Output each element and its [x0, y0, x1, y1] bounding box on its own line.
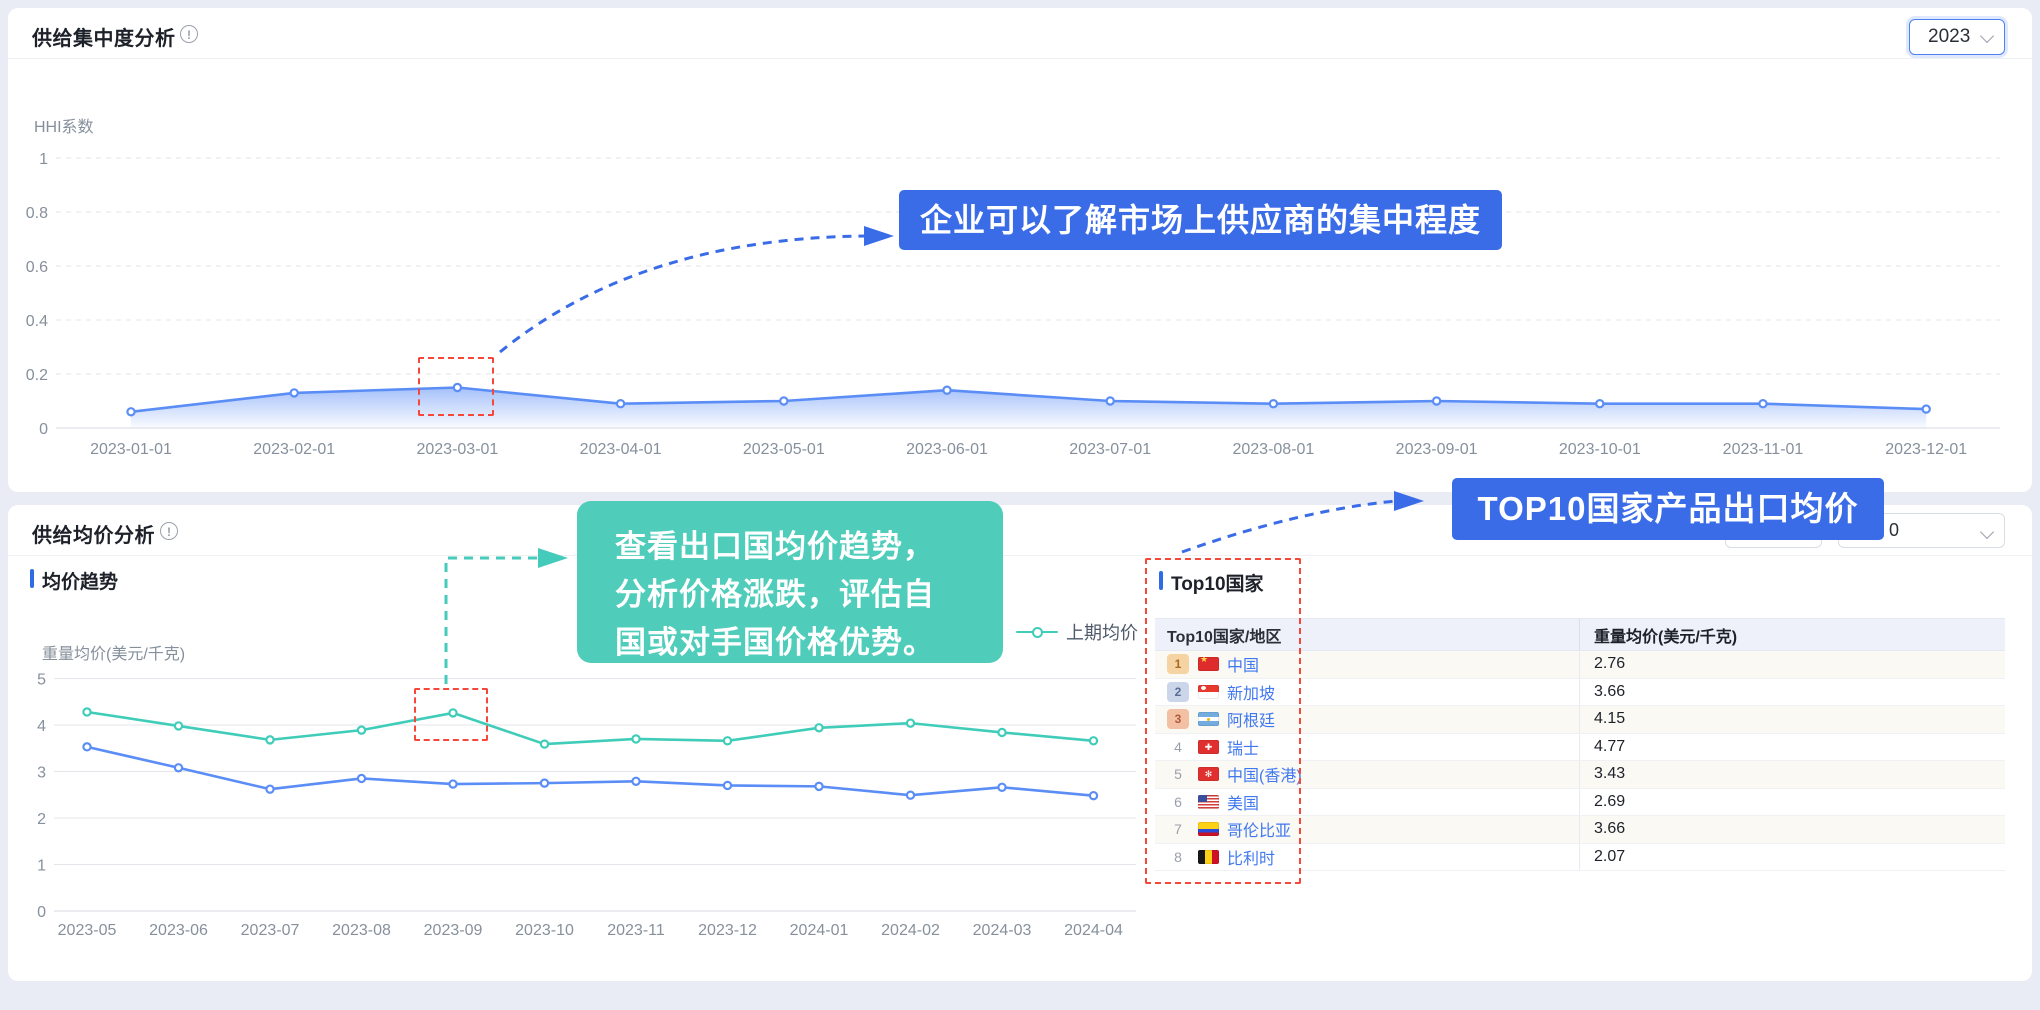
svg-text:2024-02: 2024-02: [881, 922, 940, 939]
svg-text:0.6: 0.6: [26, 259, 48, 276]
svg-text:2023-05: 2023-05: [58, 922, 117, 939]
svg-text:2023-08: 2023-08: [332, 922, 391, 939]
highlight-box-top10-column: [1145, 558, 1301, 884]
price-cell: 3.66: [1579, 679, 2005, 706]
svg-text:2023-06: 2023-06: [149, 922, 208, 939]
panel-supply-concentration: 供给集中度分析 ! 2023 00.20.40.60.812023-01-012…: [8, 8, 2032, 492]
svg-text:2023-11: 2023-11: [607, 922, 665, 939]
svg-text:2023-06-01: 2023-06-01: [906, 441, 988, 458]
svg-text:2023-09-01: 2023-09-01: [1396, 441, 1478, 458]
svg-text:2023-10-01: 2023-10-01: [1559, 441, 1641, 458]
legend-item-previous[interactable]: 上期均价: [1016, 621, 1138, 643]
svg-text:2023-11-01: 2023-11-01: [1723, 441, 1804, 458]
price-cell: 3.43: [1579, 761, 2005, 788]
svg-text:2024-04: 2024-04: [1064, 922, 1123, 939]
callout-concentration: 企业可以了解市场上供应商的集中程度: [899, 190, 1502, 250]
svg-text:5: 5: [37, 672, 46, 689]
price-cell: 4.77: [1579, 734, 2005, 761]
price-cell: 2.76: [1579, 651, 2005, 678]
svg-text:2023-01-01: 2023-01-01: [90, 441, 172, 458]
svg-text:HHI系数: HHI系数: [34, 118, 94, 136]
col-header-price: 重量均价(美元/千克): [1579, 619, 2005, 650]
svg-text:2023-02-01: 2023-02-01: [253, 441, 335, 458]
highlight-box-hhi-peak: [418, 357, 494, 416]
svg-text:2024-03: 2024-03: [973, 922, 1032, 939]
svg-text:0.8: 0.8: [26, 205, 48, 222]
panel-supply-price: 供给均价分析 ! 0 均价趋势 Top10国家 均价 上期均价 01234520…: [8, 505, 2032, 981]
svg-text:重量均价(美元/千克): 重量均价(美元/千克): [42, 645, 185, 663]
svg-text:2023-04-01: 2023-04-01: [580, 441, 662, 458]
svg-text:0: 0: [39, 421, 48, 438]
svg-text:2024-01: 2024-01: [790, 922, 849, 939]
svg-text:1: 1: [37, 858, 46, 875]
dashboard-page: 供给集中度分析 ! 2023 00.20.40.60.812023-01-012…: [0, 0, 2040, 1010]
legend-label: 上期均价: [1066, 619, 1138, 645]
svg-text:3: 3: [37, 765, 46, 782]
svg-text:0.4: 0.4: [26, 313, 48, 330]
svg-text:2023-08-01: 2023-08-01: [1232, 441, 1314, 458]
svg-text:2023-10: 2023-10: [515, 922, 574, 939]
topn-select-value: 0: [1889, 520, 1899, 540]
svg-text:2023-12-01: 2023-12-01: [1885, 441, 1967, 458]
svg-text:4: 4: [37, 718, 46, 735]
price-cell: 2.69: [1579, 789, 2005, 816]
svg-text:2023-03-01: 2023-03-01: [416, 441, 498, 458]
callout-top10: TOP10国家产品出口均价: [1452, 478, 1884, 540]
svg-text:0.2: 0.2: [26, 367, 48, 384]
svg-text:2023-07-01: 2023-07-01: [1069, 441, 1151, 458]
price-cell: 4.15: [1579, 706, 2005, 733]
price-cell: 2.07: [1579, 844, 2005, 871]
svg-text:2: 2: [37, 811, 46, 828]
svg-text:2023-12: 2023-12: [698, 922, 757, 939]
highlight-box-price-peak: [414, 688, 488, 741]
svg-text:2023-05-01: 2023-05-01: [743, 441, 825, 458]
svg-text:2023-09: 2023-09: [424, 922, 483, 939]
price-cell: 3.66: [1579, 816, 2005, 843]
callout-price-trend: 查看出口国均价趋势，分析价格涨跌，评估自国或对手国价格优势。: [577, 501, 1003, 663]
legend-line-marker: [1016, 631, 1058, 634]
svg-text:2023-07: 2023-07: [241, 922, 300, 939]
svg-text:1: 1: [39, 151, 48, 168]
chevron-down-icon: [1980, 525, 1994, 539]
svg-text:0: 0: [37, 904, 46, 921]
